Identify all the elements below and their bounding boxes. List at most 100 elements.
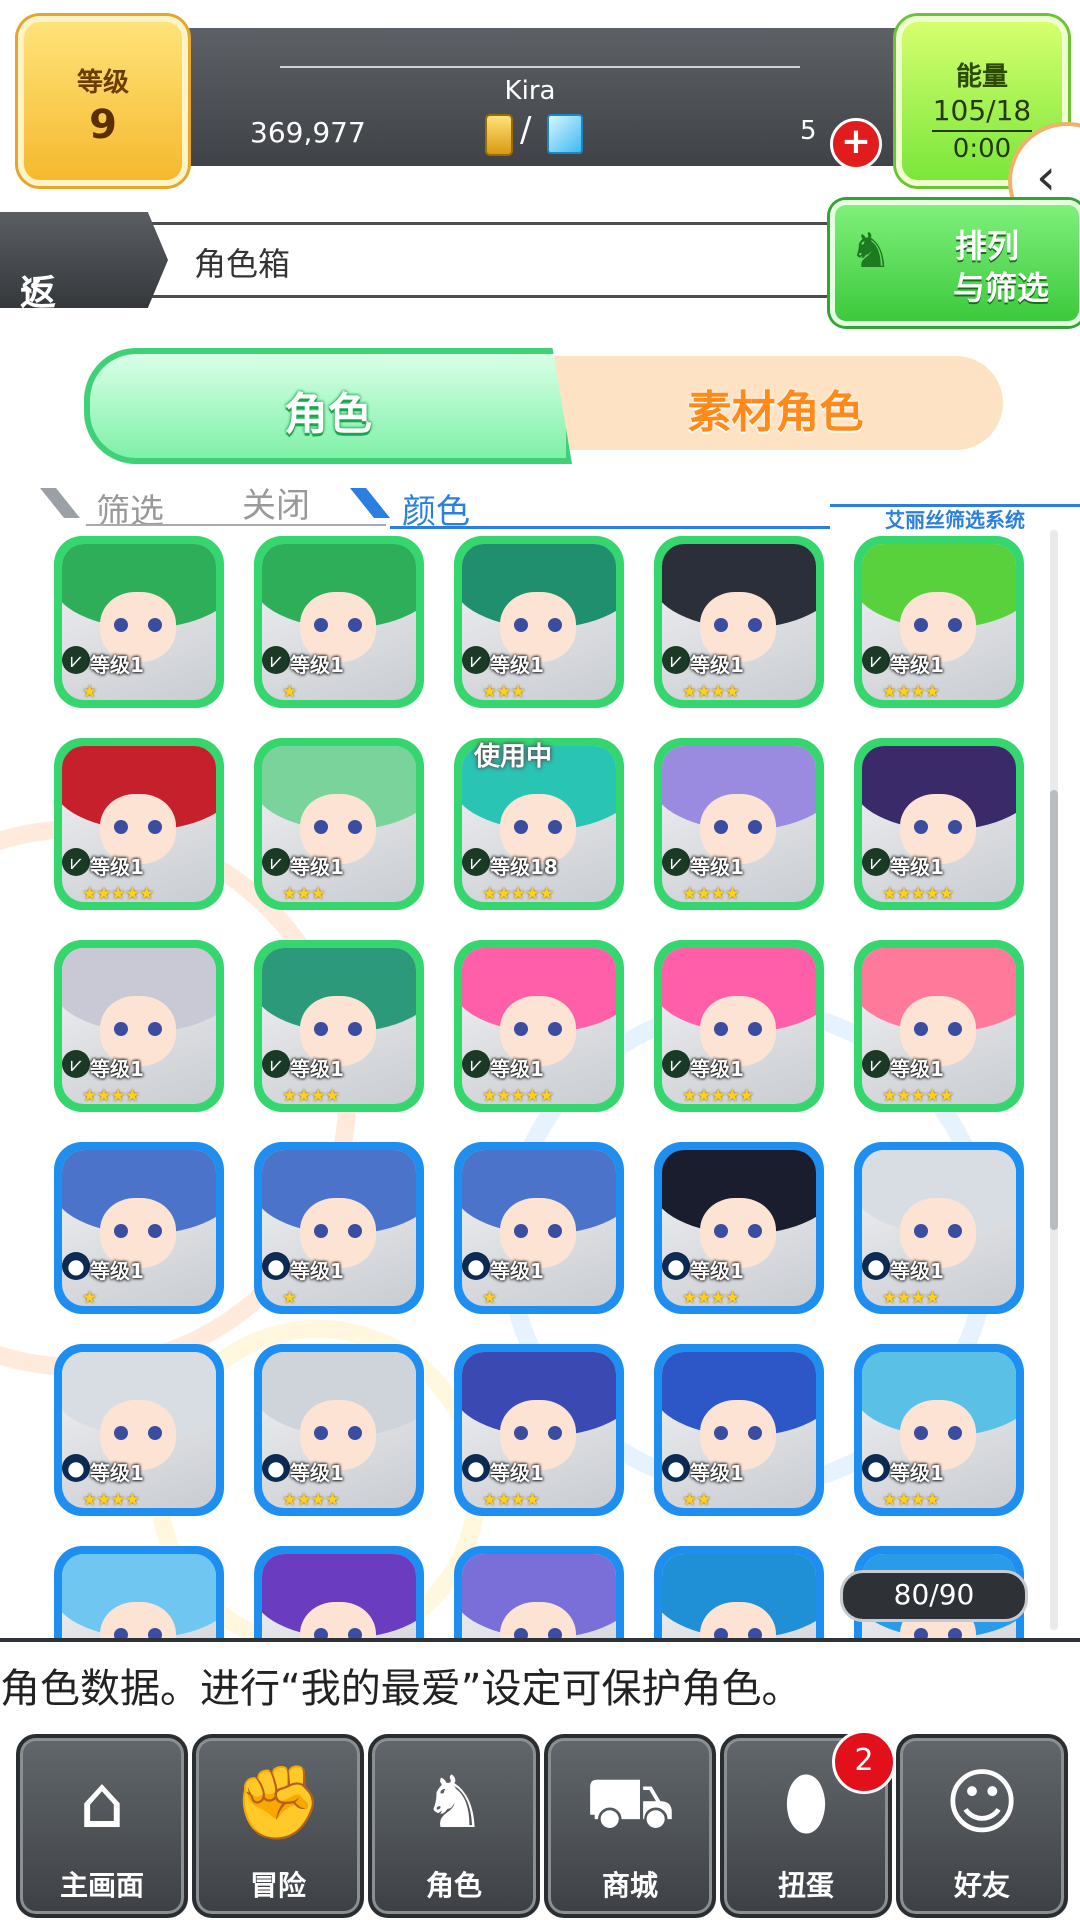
divider	[280, 66, 800, 68]
character-card[interactable]: ● 等级1 ★★★★	[454, 1344, 624, 1516]
character-level: 等级1	[290, 1461, 344, 1485]
divider	[932, 130, 1032, 132]
character-level: 等级1	[290, 1057, 344, 1081]
character-card[interactable]: ● 等级1 ★★★★	[854, 1142, 1024, 1314]
portrait-eyes	[314, 1022, 362, 1036]
character-level: 等级1	[690, 1461, 744, 1485]
character-level: 等级1	[90, 1461, 144, 1485]
portrait-eyes	[714, 1022, 762, 1036]
character-card[interactable]: ● 等级1 ★★	[654, 1344, 824, 1516]
water-attribute-icon: ●	[662, 1252, 690, 1280]
rarity-stars: ★★★★	[682, 682, 740, 702]
portrait-eyes	[514, 820, 562, 834]
character-grid: ⩗ 等级1 ★ ⩗ 等级1 ★ ⩗ 等级1 ★★★ ⩗ 等级1 ★★★★ ⩗ 等级1 ★★★★ ⩗ 等级1 ★★★…	[54, 536, 1034, 1640]
handshake-icon: ✊	[233, 1760, 323, 1844]
portrait-eyes	[114, 820, 162, 834]
coin-count: 369,977	[250, 116, 366, 149]
character-card[interactable]: ⩗ 等级1 ★★★★★	[854, 940, 1024, 1112]
friends-icon: ☺	[944, 1760, 1020, 1844]
character-card[interactable]: ⩗ 等级1 ★★★★	[254, 940, 424, 1112]
water-attribute-icon: ●	[862, 1252, 890, 1280]
character-card[interactable]: ⩗ 等级1 ★★★★	[854, 536, 1024, 708]
character-card[interactable]: ● 等级1 ★★★★	[54, 1344, 224, 1516]
character-card[interactable]: ● 等级1 ★★★★	[254, 1344, 424, 1516]
portrait-eyes	[914, 1224, 962, 1238]
water-attribute-icon: ●	[262, 1252, 290, 1280]
back-button[interactable]: « 返回	[0, 212, 168, 308]
nav-home-button[interactable]: ⌂ 主画面	[16, 1734, 188, 1918]
nav-friends-button[interactable]: ☺ 好友	[896, 1734, 1068, 1918]
character-card[interactable]: ● 等级1 ★	[454, 1142, 624, 1314]
character-card[interactable]: ⩗ 等级1 ★★★★★	[454, 940, 624, 1112]
in-use-label: 使用中	[474, 742, 553, 772]
title-bar: 角色箱	[150, 222, 870, 298]
stone-count: 5	[800, 116, 817, 146]
character-portrait	[662, 1554, 816, 1640]
character-card[interactable]: ● 等级1 ★	[54, 1142, 224, 1314]
filter-row: 筛选 关闭 颜色 艾丽丝筛选系统	[30, 474, 1080, 532]
portrait-eyes	[714, 1426, 762, 1440]
character-card[interactable]	[54, 1546, 224, 1640]
character-card[interactable]: ⩗ 等级1 ★★★	[254, 738, 424, 910]
wind-attribute-icon: ⩗	[662, 646, 690, 674]
rarity-stars: ★★	[682, 1490, 712, 1510]
character-card[interactable]: ⩗ 等级1 ★	[254, 536, 424, 708]
wind-attribute-icon: ⩗	[62, 1050, 90, 1078]
nav-label: 主画面	[59, 1869, 144, 1902]
character-card[interactable]: ⩗ 等级1 ★★★★★	[654, 940, 824, 1112]
slash-decoration	[350, 488, 390, 518]
wind-attribute-icon: ⩗	[662, 848, 690, 876]
character-card[interactable]	[454, 1546, 624, 1640]
character-level: 等级1	[890, 653, 944, 677]
character-card[interactable]: ● 等级1 ★★★★	[854, 1344, 1024, 1516]
character-level: 等级1	[90, 855, 144, 879]
wind-attribute-icon: ⩗	[662, 1050, 690, 1078]
divider	[390, 526, 830, 529]
tab-material-characters[interactable]: 素材角色	[548, 356, 1003, 450]
wind-attribute-icon: ⩗	[462, 646, 490, 674]
portrait-eyes	[514, 1426, 562, 1440]
portrait-eyes	[914, 1022, 962, 1036]
portrait-eyes	[114, 1224, 162, 1238]
wind-attribute-icon: ⩗	[62, 848, 90, 876]
portrait-eyes	[314, 1426, 362, 1440]
character-card[interactable]: ⩗ 等级1 ★★★★	[654, 536, 824, 708]
top-status-bar: Kira 369,977 / 5 + 等级 9 能量 105/18 0:00	[0, 0, 1080, 186]
rabbit-icon: ♞	[421, 1760, 487, 1844]
buy-stones-plus-icon[interactable]: +	[830, 118, 882, 170]
character-card[interactable]: ● 等级1 ★★★★	[654, 1142, 824, 1314]
gacha-notification-badge: 2	[832, 1730, 896, 1794]
character-card[interactable]	[254, 1546, 424, 1640]
water-attribute-icon: ●	[262, 1454, 290, 1482]
tab-label: 角色	[284, 389, 372, 440]
character-level: 等级18	[490, 855, 558, 879]
character-card[interactable]: ⩗ 等级1 ★★★★★	[854, 738, 1024, 910]
character-card[interactable]	[654, 1546, 824, 1640]
player-status-strip: Kira 369,977 / 5	[150, 28, 910, 166]
character-card[interactable]: ● 等级1 ★	[254, 1142, 424, 1314]
nav-label: 扭蛋	[777, 1869, 834, 1902]
tab-characters[interactable]: 角色	[84, 348, 572, 464]
sort-filter-button[interactable]: ♞ 排列 与筛选	[830, 200, 1080, 326]
rarity-stars: ★★★★★	[882, 1086, 954, 1106]
character-card[interactable]: ⩗ 等级1 ★★★	[454, 536, 624, 708]
filter-close-button[interactable]: 关闭	[242, 478, 310, 527]
rarity-stars: ★	[82, 1288, 97, 1308]
water-attribute-icon: ●	[462, 1454, 490, 1482]
grid-scrollbar[interactable]	[1050, 530, 1058, 1630]
character-card[interactable]: ⩗ 等级1 ★★★★	[654, 738, 824, 910]
character-card[interactable]: ⩗ 等级1 ★	[54, 536, 224, 708]
portrait-eyes	[914, 1426, 962, 1440]
nav-rabbit-button[interactable]: ♞ 角色	[368, 1734, 540, 1918]
character-level: 等级1	[90, 1057, 144, 1081]
character-card[interactable]: ⩗ 等级1 ★★★★	[54, 940, 224, 1112]
info-ticker: 角色数据。进行“我的最爱”设定可保护角色。	[0, 1638, 1080, 1728]
character-level: 等级1	[690, 1259, 744, 1283]
scrollbar-thumb[interactable]	[1050, 790, 1058, 1230]
box-count-badge: 80/90	[840, 1570, 1028, 1622]
character-card[interactable]: ⩗ 等级1 ★★★★★	[54, 738, 224, 910]
water-attribute-icon: ●	[62, 1252, 90, 1280]
character-card[interactable]: ⩗ 等级18 ★★★★★ 使用中	[454, 738, 624, 910]
nav-cart-button[interactable]: ⛟ 商城	[544, 1734, 716, 1918]
nav-handshake-button[interactable]: ✊ 冒险	[192, 1734, 364, 1918]
